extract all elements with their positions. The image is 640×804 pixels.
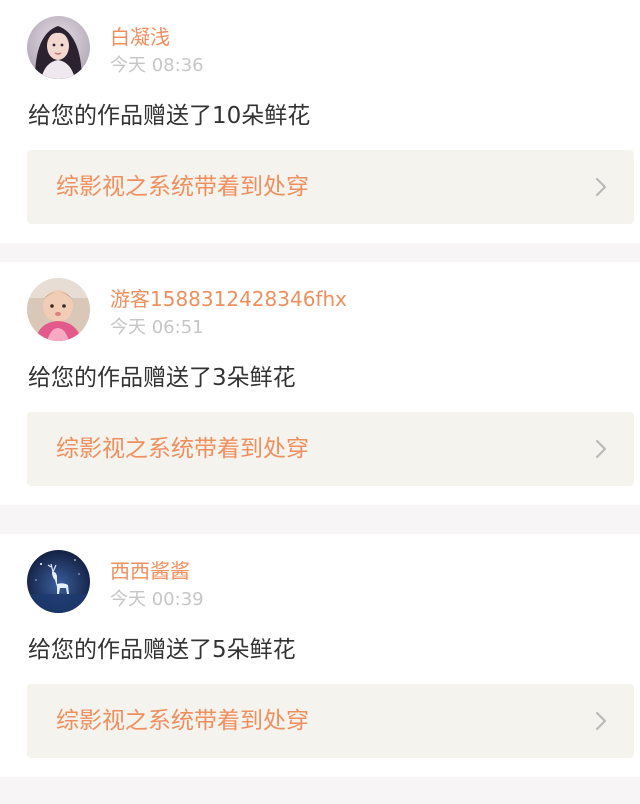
notification-card: 白凝浅 今天 08:36 给您的作品赠送了10朵鲜花 综影视之系统带着到处穿 [0,0,640,243]
gift-message: 给您的作品赠送了10朵鲜花 [28,103,311,129]
notification-card: 西西酱酱 今天 00:39 给您的作品赠送了5朵鲜花 综影视之系统带着到处穿 [0,534,640,777]
gift-message: 给您的作品赠送了3朵鲜花 [28,365,296,391]
book-link[interactable]: 综影视之系统带着到处穿 [27,150,634,224]
gift-message: 给您的作品赠送了5朵鲜花 [28,637,296,663]
username[interactable]: 白凝浅 [110,24,170,50]
notification-feed: 白凝浅 今天 08:36 给您的作品赠送了10朵鲜花 综影视之系统带着到处穿 游… [0,0,640,804]
username[interactable]: 游客1588312428346fhx [110,286,347,312]
timestamp: 今天 06:51 [110,317,204,338]
user-avatar[interactable] [27,16,90,79]
woman-portrait-avatar-icon [27,16,90,79]
book-title: 综影视之系统带着到处穿 [56,174,309,200]
chevron-right-icon [594,177,608,197]
user-avatar[interactable] [27,278,90,341]
timestamp: 今天 08:36 [110,55,204,76]
user-avatar[interactable] [27,550,90,613]
night-deer-avatar-icon [27,550,90,613]
book-link[interactable]: 综影视之系统带着到处穿 [27,412,634,486]
username[interactable]: 西西酱酱 [110,558,190,584]
book-title: 综影视之系统带着到处穿 [56,708,309,734]
book-link[interactable]: 综影视之系统带着到处穿 [27,684,634,758]
book-title: 综影视之系统带着到处穿 [56,436,309,462]
notification-card: 游客1588312428346fhx 今天 06:51 给您的作品赠送了3朵鲜花… [0,262,640,505]
chevron-right-icon [594,711,608,731]
baby-photo-avatar-icon [27,278,90,341]
timestamp: 今天 00:39 [110,589,204,610]
chevron-right-icon [594,439,608,459]
